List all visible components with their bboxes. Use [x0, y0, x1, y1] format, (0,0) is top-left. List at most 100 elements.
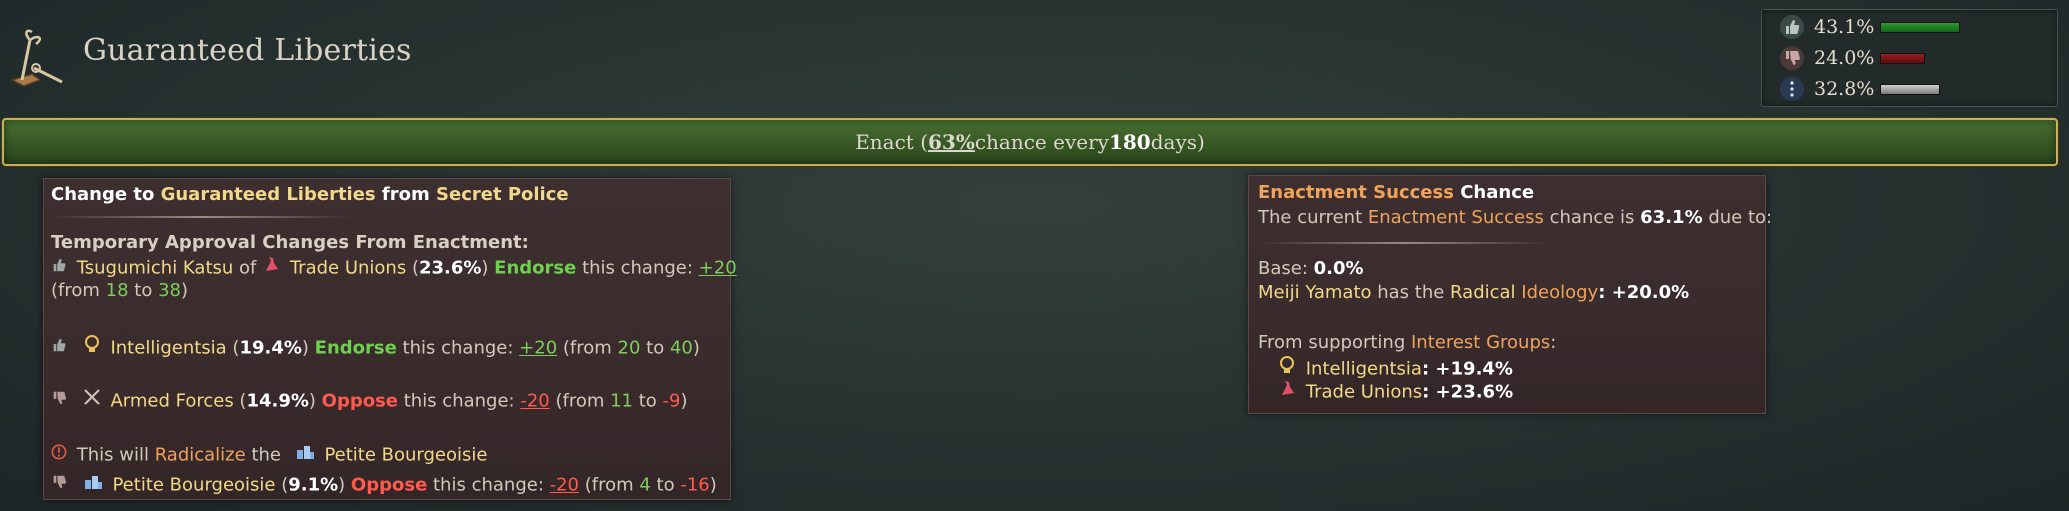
supporting-groups-line: From supporting Interest Groups:	[1258, 331, 1556, 355]
neutral-percent: 32.8%	[1814, 78, 1875, 100]
support-panel: 43.1% 24.0% 32.8%	[1761, 9, 2058, 107]
ideology-name[interactable]: Radical	[1450, 282, 1516, 303]
ideology-value: : +20.0%	[1598, 282, 1690, 303]
approval-from: 11	[610, 390, 634, 412]
support-row-approve[interactable]: 43.1%	[1780, 13, 1960, 41]
title-rest: Chance	[1453, 182, 1535, 203]
approval-to: 40	[669, 337, 693, 359]
interest-group-name[interactable]: Armed Forces	[110, 391, 233, 412]
interest-group-name[interactable]: Intelligentsia	[110, 338, 226, 359]
interest-groups-term[interactable]: Interest Groups	[1411, 332, 1550, 353]
approval-delta: -20	[549, 474, 580, 496]
approval-from: 4	[639, 474, 651, 496]
enact-chance: 63%	[928, 130, 975, 154]
tooltip-title: Change to Guaranteed Liberties from Secr…	[51, 183, 569, 207]
stance: Oppose	[321, 390, 399, 412]
leader-name[interactable]: Meiji Yamato	[1258, 282, 1372, 303]
law-scroll-icon	[6, 28, 66, 90]
stance: Oppose	[350, 474, 428, 496]
clout-percent: 19.4%	[239, 337, 302, 359]
clout-percent: 9.1%	[288, 474, 339, 496]
ideology-term[interactable]: Ideology	[1521, 282, 1598, 303]
enact-button[interactable]: Enact (63% chance every 180 days)	[2, 118, 2058, 166]
thumbs-down-icon	[1780, 46, 1804, 70]
oppose-percent: 24.0%	[1814, 47, 1875, 69]
base-label: Base:	[1258, 258, 1314, 279]
line1-post: due to:	[1702, 207, 1773, 228]
tooltip-title: Enactment Success Chance	[1258, 181, 1534, 205]
stance-mid: this change:	[398, 390, 521, 412]
paren-close: )	[481, 257, 495, 279]
enact-mid: chance every	[974, 130, 1109, 154]
approval-to: 38	[158, 280, 181, 301]
enactment-chance-tooltip: Enactment Success Chance The current Ena…	[1248, 175, 1772, 414]
current-chance-line: The current Enactment Success chance is …	[1258, 206, 1772, 230]
from-pre: (from	[51, 280, 106, 301]
from-post: )	[680, 390, 688, 412]
approve-percent: 43.1%	[1814, 16, 1875, 38]
approval-to: -9	[662, 390, 681, 412]
trade-unions-icon	[1278, 379, 1296, 404]
stance-mid: this change:	[396, 337, 520, 359]
paren-open: (	[275, 474, 289, 496]
character-name[interactable]: Tsugumichi Katsu	[77, 258, 234, 279]
enact-days: 180	[1108, 130, 1151, 154]
approval-entry-trade-unions: Tsugumichi Katsu of Trade Unions (23.6%)…	[51, 255, 737, 282]
title-mid: from	[375, 184, 437, 205]
oppose-bar	[1880, 52, 1925, 64]
to-word: to	[633, 390, 663, 412]
support-row-oppose[interactable]: 24.0%	[1780, 44, 1925, 72]
thumbs-down-icon	[51, 389, 67, 413]
separator	[1259, 242, 1549, 244]
approval-entry-armed-forces: Armed Forces (14.9%) Oppose this change:…	[51, 388, 688, 415]
paren-open: (	[226, 337, 240, 359]
supp-pre: From supporting	[1258, 332, 1411, 353]
approve-bar	[1880, 21, 1960, 33]
radicalize-term[interactable]: Radicalize	[155, 445, 246, 466]
supp-post: :	[1550, 332, 1557, 353]
from-pre: (from	[579, 474, 640, 496]
crossed-swords-icon	[83, 388, 101, 413]
thumbs-up-icon	[51, 256, 67, 280]
interest-group-name[interactable]: Trade Unions	[290, 258, 406, 279]
enactment-success-term[interactable]: Enactment Success	[1368, 207, 1544, 228]
enact-prefix: Enact (	[855, 130, 928, 154]
trade-unions-icon	[262, 255, 280, 280]
stance-mid: this change:	[427, 474, 550, 496]
paren-close: )	[301, 337, 315, 359]
supporting-group-trade-unions: Trade Unions: +23.6%	[1278, 379, 1513, 406]
stance: Endorse	[494, 257, 577, 279]
to-word: to	[650, 474, 681, 496]
approval-entry-petite-bourgeoisie: Petite Bourgeoisie (9.1%) Oppose this ch…	[51, 472, 717, 499]
interest-group-name[interactable]: Trade Unions	[1306, 382, 1422, 403]
base-value: 0.0%	[1313, 258, 1364, 279]
law-title: Guaranteed Liberties	[83, 33, 412, 68]
interest-group-name[interactable]: Intelligentsia	[1306, 359, 1422, 380]
of-text: of	[233, 257, 263, 279]
section-heading: Temporary Approval Changes From Enactmen…	[51, 232, 529, 253]
approval-range: (from 18 to 38)	[51, 279, 188, 303]
interest-group-value: : +19.4%	[1421, 358, 1513, 380]
interest-group-name[interactable]: Petite Bourgeoisie	[112, 475, 275, 496]
thumbs-up-icon	[51, 336, 67, 360]
thumbs-down-icon	[51, 473, 67, 497]
petite-bourgeoisie-icon	[83, 472, 103, 497]
interest-group-value: : +23.6%	[1422, 381, 1514, 403]
enactment-success-term[interactable]: Enactment Success	[1258, 182, 1454, 203]
neutral-bar	[1880, 83, 1940, 95]
radicalize-mid: the	[245, 444, 287, 466]
stance: Endorse	[314, 337, 397, 359]
interest-group-name[interactable]: Petite Bourgeoisie	[324, 445, 487, 466]
approval-delta: -20	[520, 390, 550, 412]
approval-from: 20	[617, 337, 641, 359]
approval-delta: +20	[519, 337, 558, 359]
base-line: Base: 0.0%	[1258, 257, 1364, 281]
neutral-dots-icon	[1780, 77, 1804, 101]
enact-suffix: days)	[1150, 130, 1205, 154]
clout-percent: 14.9%	[246, 390, 309, 412]
support-row-neutral[interactable]: 32.8%	[1780, 75, 1940, 103]
approval-from: 18	[105, 280, 129, 301]
approval-delta: +20	[698, 257, 737, 279]
title-from-law: Secret Police	[436, 184, 569, 205]
approval-to: -16	[680, 474, 710, 496]
